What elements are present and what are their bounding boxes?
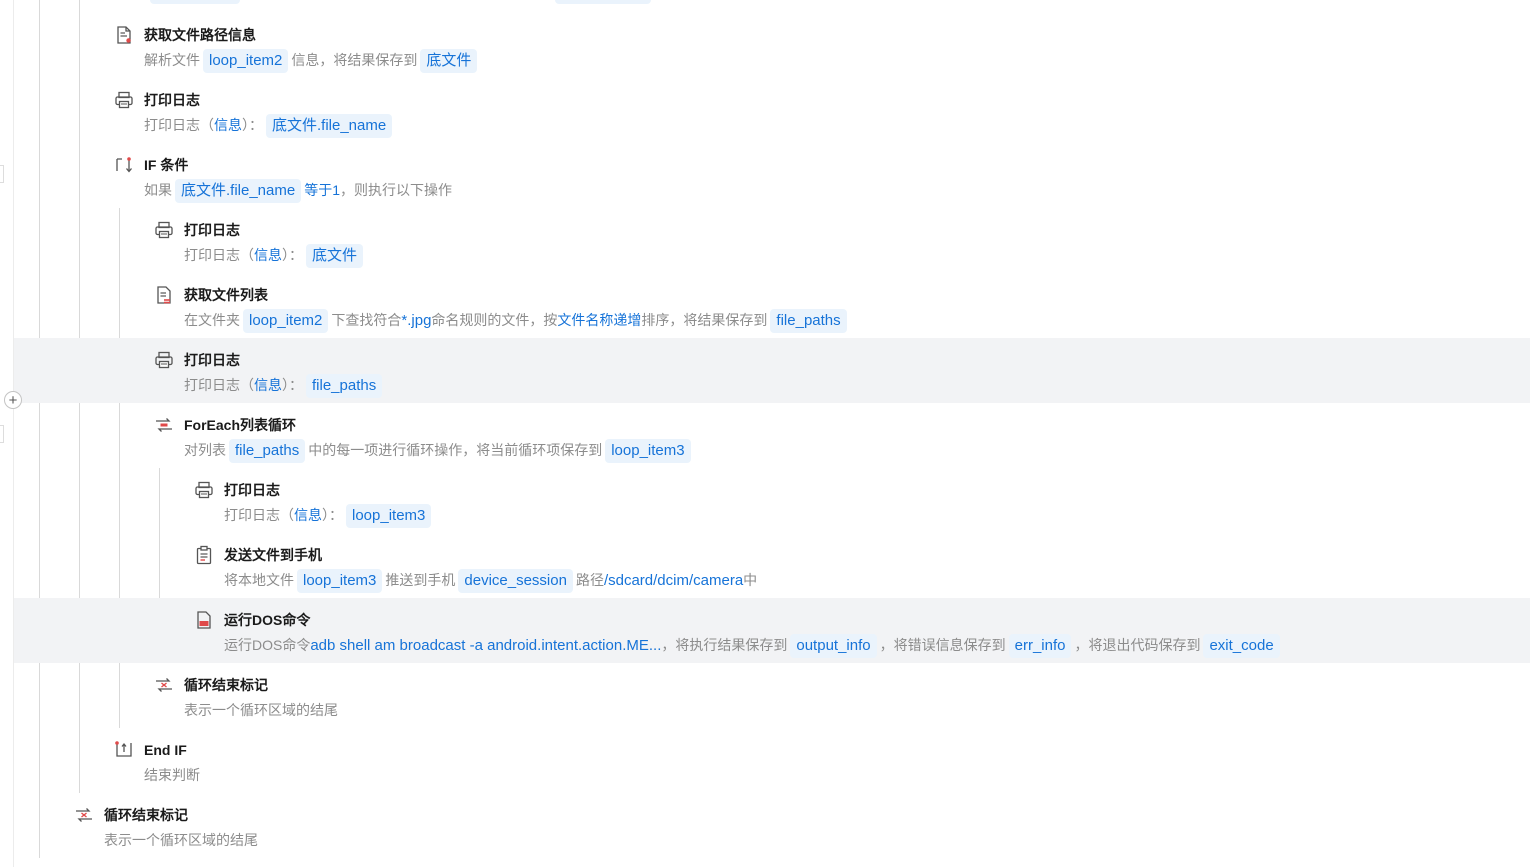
variable-tag[interactable]: 底文件 <box>306 244 364 269</box>
step-get-file-list[interactable]: 获取文件列表 在文件夹 loop_item2 下查找符合*.jpg命名规则的文件，按… <box>154 284 1514 344</box>
step-foreach-loop[interactable]: ForEach列表循环 对列表 file_paths 中的每一项进行循环操作，将当前… <box>154 414 1514 474</box>
step-description: 对列表 file_paths 中的每一项进行循环操作，将当前循环项保存到 loop_i… <box>184 437 694 464</box>
variable-tag[interactable]: 底文件.file_name <box>175 179 302 204</box>
step-description: 如果 底文件.file_name 等于1，则执行以下操作 <box>144 177 452 204</box>
printer-icon <box>154 350 174 370</box>
variable-tag[interactable]: device_session <box>458 569 573 594</box>
step-description: 打印日志（信息）： loop_item3 <box>224 502 434 529</box>
variable-tag[interactable]: file_paths <box>229 439 306 464</box>
canvas-left-border <box>13 0 14 867</box>
printer-icon <box>154 220 174 240</box>
step-description: 解析文件 loop_item2 信息，将结果保存到 底文件 <box>144 47 480 74</box>
step-title: IF 条件 <box>144 157 189 173</box>
foreach-loop-icon <box>154 415 174 435</box>
step-title: 获取文件路径信息 <box>144 27 256 43</box>
step-if-condition[interactable]: IF 条件 如果 底文件.file_name 等于1，则执行以下操作 <box>114 154 1514 214</box>
add-step-button[interactable]: + <box>4 391 22 409</box>
variable-tag[interactable]: loop_item3 <box>297 569 383 594</box>
step-print-log[interactable]: 打印日志 打印日志（信息）： loop_item3 <box>194 479 1514 539</box>
step-description: 在文件夹 loop_item2 下查找符合*.jpg命名规则的文件，按文件名称递增排… <box>184 307 850 334</box>
step-run-dos-command[interactable]: 运行DOS命令 运行DOS命令adb shell am broadcast -a… <box>194 609 1514 669</box>
variable-tag[interactable]: 底文件.file_name <box>266 114 393 139</box>
loop-end-icon <box>74 805 94 825</box>
step-print-log[interactable]: 打印日志 打印日志（信息）： 底文件 <box>154 219 1514 279</box>
step-description: 表示一个循环区域的结尾 <box>104 832 258 848</box>
step-end-if[interactable]: End IF 结束判断 <box>114 739 1514 799</box>
if-branch-icon <box>114 155 134 175</box>
step-loop-end[interactable]: 循环结束标记 表示一个循环区域的结尾 <box>74 804 1514 864</box>
step-description: 表示一个循环区域的结尾 <box>184 702 338 718</box>
variable-tag[interactable]: loop_item2 <box>243 309 329 334</box>
end-if-icon <box>114 740 134 760</box>
step-description: 打印日志（信息）： 底文件.file_name <box>144 112 395 139</box>
variable-tag[interactable]: loop_item3 <box>346 504 432 529</box>
step-print-log[interactable]: 打印日志 打印日志（信息）： 底文件.file_name <box>114 89 1514 149</box>
edge-marker <box>0 165 4 183</box>
step-title: ForEach列表循环 <box>184 417 297 433</box>
variable-tag[interactable]: exit_code <box>1203 634 1280 659</box>
variable-tag[interactable]: loop_item2 <box>203 49 289 74</box>
step-description: 打印日志（信息）： file_paths <box>184 372 385 399</box>
loop-end-icon <box>154 675 174 695</box>
step-loop-end[interactable]: 循环结束标记 表示一个循环区域的结尾 <box>154 674 1514 734</box>
partial-tag <box>150 0 240 4</box>
variable-tag[interactable]: loop_item3 <box>605 439 691 464</box>
partial-tag <box>555 0 651 4</box>
file-list-icon <box>154 285 174 305</box>
variable-tag[interactable]: err_info <box>1008 634 1072 659</box>
step-get-file-path-info[interactable]: 获取文件路径信息 解析文件 loop_item2 信息，将结果保存到 底文件 <box>114 24 1514 84</box>
step-title: 打印日志 <box>224 482 280 498</box>
step-send-file-to-phone[interactable]: 发送文件到手机 将本地文件 loop_item3 推送到手机 device_sessi… <box>194 544 1514 604</box>
step-title: 循环结束标记 <box>184 677 268 693</box>
step-description: 结束判断 <box>144 767 200 783</box>
step-title: 循环结束标记 <box>104 807 188 823</box>
edge-marker <box>0 425 4 443</box>
step-title: 运行DOS命令 <box>224 612 311 628</box>
variable-tag[interactable]: file_paths <box>306 374 383 399</box>
step-title: End IF <box>144 742 187 758</box>
printer-icon <box>194 480 214 500</box>
step-print-log[interactable]: 打印日志 打印日志（信息）： file_paths <box>154 349 1514 409</box>
clipboard-icon <box>194 545 214 565</box>
step-title: 打印日志 <box>184 352 240 368</box>
file-path-icon <box>114 25 134 45</box>
step-title: 打印日志 <box>184 222 240 238</box>
step-description: 打印日志（信息）： 底文件 <box>184 242 366 269</box>
printer-icon <box>114 90 134 110</box>
variable-tag[interactable]: 底文件 <box>420 49 478 74</box>
variable-tag[interactable]: file_paths <box>770 309 847 334</box>
dos-command-icon <box>194 610 214 630</box>
step-title: 发送文件到手机 <box>224 547 322 563</box>
variable-tag[interactable]: output_info <box>790 634 877 659</box>
step-description: 运行DOS命令adb shell am broadcast -a android… <box>224 632 1283 659</box>
nesting-line-level-0 <box>39 0 40 858</box>
step-title: 打印日志 <box>144 92 200 108</box>
step-description: 将本地文件 loop_item3 推送到手机 device_session 路径/sdc… <box>224 567 757 594</box>
step-title: 获取文件列表 <box>184 287 268 303</box>
